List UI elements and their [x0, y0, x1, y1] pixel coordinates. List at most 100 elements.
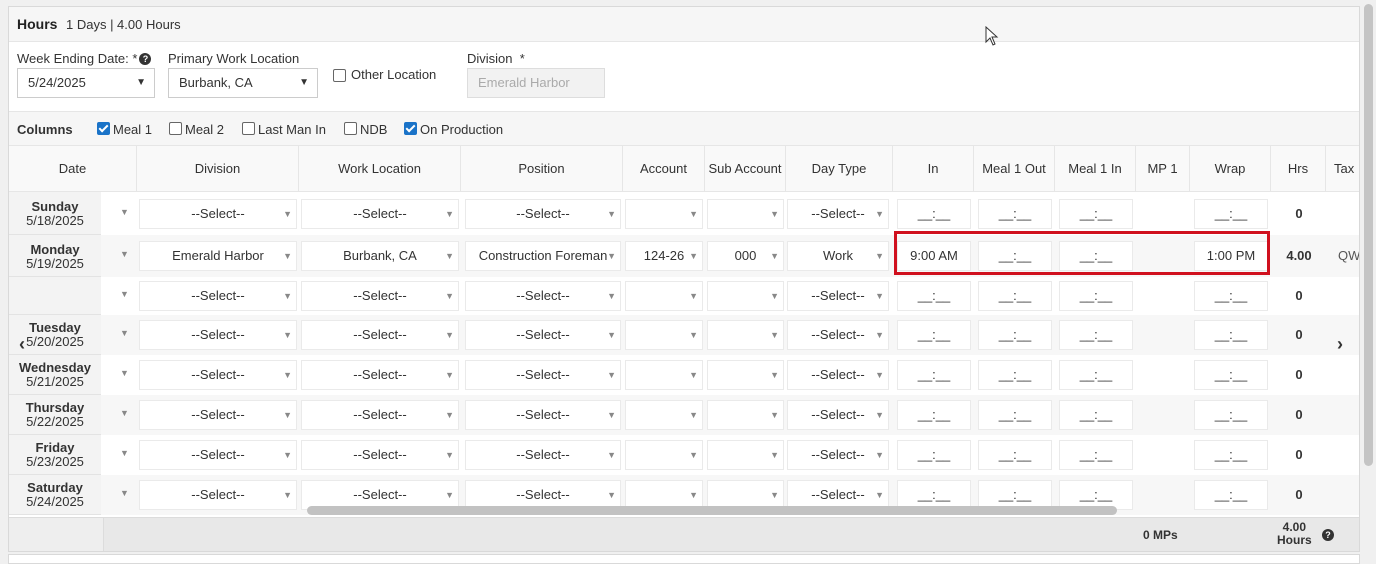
- meal1-in-input[interactable]: __:__: [1059, 440, 1133, 470]
- work-location-select[interactable]: --Select-- ▼: [301, 440, 459, 470]
- meal1-checkbox[interactable]: [97, 122, 110, 135]
- account-select[interactable]: ▼: [625, 320, 703, 350]
- header-tax[interactable]: Tax: [1326, 146, 1359, 191]
- in-time-input[interactable]: __:__: [897, 281, 971, 311]
- meal1-out-input[interactable]: __:__: [978, 320, 1052, 350]
- sub-account-select[interactable]: ▼: [707, 199, 784, 229]
- day-type-select[interactable]: Work ▼: [787, 241, 889, 271]
- header-work-location[interactable]: Work Location: [299, 146, 461, 191]
- meal1-in-input[interactable]: __:__: [1059, 241, 1133, 271]
- division-select[interactable]: --Select-- ▼: [139, 320, 297, 350]
- work-location-select[interactable]: Burbank, CA ▼: [301, 241, 459, 271]
- caret-down-icon[interactable]: ▼: [120, 249, 129, 259]
- wrap-time-input[interactable]: __:__: [1194, 440, 1268, 470]
- in-time-input[interactable]: __:__: [897, 199, 971, 229]
- meal1-out-input[interactable]: __:__: [978, 400, 1052, 430]
- in-time-input[interactable]: __:__: [897, 400, 971, 430]
- in-time-input[interactable]: __:__: [897, 320, 971, 350]
- position-select[interactable]: --Select-- ▼: [465, 281, 621, 311]
- account-select[interactable]: ▼: [625, 400, 703, 430]
- sub-account-select[interactable]: ▼: [707, 281, 784, 311]
- primary-location-select[interactable]: Burbank, CA ▼: [168, 68, 318, 98]
- wrap-time-input[interactable]: __:__: [1194, 199, 1268, 229]
- caret-down-icon[interactable]: ▼: [120, 368, 129, 378]
- header-mp1[interactable]: MP 1: [1136, 146, 1190, 191]
- position-select[interactable]: --Select-- ▼: [465, 360, 621, 390]
- question-circle-icon[interactable]: ?: [139, 53, 152, 65]
- position-select[interactable]: --Select-- ▼: [465, 320, 621, 350]
- meal1-out-input[interactable]: __:__: [978, 199, 1052, 229]
- caret-down-icon[interactable]: ▼: [120, 207, 129, 217]
- meal1-in-input[interactable]: __:__: [1059, 281, 1133, 311]
- work-location-select[interactable]: --Select-- ▼: [301, 360, 459, 390]
- horizontal-scrollbar[interactable]: [109, 505, 1349, 515]
- work-location-select[interactable]: --Select-- ▼: [301, 400, 459, 430]
- meal1-out-input[interactable]: __:__: [978, 360, 1052, 390]
- day-type-select[interactable]: --Select-- ▼: [787, 199, 889, 229]
- account-select[interactable]: ▼: [625, 440, 703, 470]
- header-day-type[interactable]: Day Type: [786, 146, 893, 191]
- meal1-out-input[interactable]: __:__: [978, 440, 1052, 470]
- meal2-checkbox[interactable]: [169, 122, 182, 135]
- position-select[interactable]: --Select-- ▼: [465, 199, 621, 229]
- work-location-select[interactable]: --Select-- ▼: [301, 199, 459, 229]
- header-wrap[interactable]: Wrap: [1190, 146, 1271, 191]
- division-select[interactable]: --Select-- ▼: [139, 281, 297, 311]
- division-select[interactable]: Emerald Harbor ▼: [139, 241, 297, 271]
- day-type-select[interactable]: --Select-- ▼: [787, 360, 889, 390]
- in-time-input[interactable]: __:__: [897, 440, 971, 470]
- caret-down-icon[interactable]: ▼: [120, 448, 129, 458]
- wrap-time-input[interactable]: __:__: [1194, 360, 1268, 390]
- header-hrs[interactable]: Hrs: [1271, 146, 1326, 191]
- wrap-time-input[interactable]: __:__: [1194, 400, 1268, 430]
- caret-down-icon[interactable]: ▼: [120, 289, 129, 299]
- meal1-out-input[interactable]: __:__: [978, 281, 1052, 311]
- account-select[interactable]: 124-26 ▼: [625, 241, 703, 271]
- week-ending-select[interactable]: 5/24/2025 ▼: [17, 68, 155, 98]
- position-select[interactable]: Construction Foreman ▼: [465, 241, 621, 271]
- division-select[interactable]: --Select-- ▼: [139, 360, 297, 390]
- in-time-input[interactable]: 9:00 AM: [897, 241, 971, 271]
- division-select[interactable]: --Select-- ▼: [139, 199, 297, 229]
- sub-account-select[interactable]: ▼: [707, 400, 784, 430]
- division-select[interactable]: --Select-- ▼: [139, 440, 297, 470]
- sub-account-select[interactable]: 000 ▼: [707, 241, 784, 271]
- header-sub-account[interactable]: Sub Account: [705, 146, 786, 191]
- chevron-left-icon[interactable]: ‹: [19, 334, 25, 355]
- sub-account-select[interactable]: ▼: [707, 440, 784, 470]
- header-division[interactable]: Division: [137, 146, 299, 191]
- account-select[interactable]: ▼: [625, 360, 703, 390]
- sub-account-select[interactable]: ▼: [707, 360, 784, 390]
- meal1-out-input[interactable]: __:__: [978, 241, 1052, 271]
- other-location-checkbox[interactable]: [333, 69, 346, 82]
- work-location-select[interactable]: --Select-- ▼: [301, 281, 459, 311]
- header-position[interactable]: Position: [461, 146, 623, 191]
- position-select[interactable]: --Select-- ▼: [465, 440, 621, 470]
- day-type-select[interactable]: --Select-- ▼: [787, 400, 889, 430]
- horizontal-scrollbar-thumb[interactable]: [307, 506, 1117, 515]
- wrap-time-input[interactable]: 1:00 PM: [1194, 241, 1268, 271]
- position-select[interactable]: --Select-- ▼: [465, 400, 621, 430]
- caret-down-icon[interactable]: ▼: [120, 488, 129, 498]
- account-select[interactable]: ▼: [625, 281, 703, 311]
- sub-account-select[interactable]: ▼: [707, 320, 784, 350]
- wrap-time-input[interactable]: __:__: [1194, 281, 1268, 311]
- last-man-in-checkbox[interactable]: [242, 122, 255, 135]
- header-meal1-in[interactable]: Meal 1 In: [1055, 146, 1136, 191]
- division-select[interactable]: --Select-- ▼: [139, 400, 297, 430]
- ndb-checkbox[interactable]: [344, 122, 357, 135]
- wrap-time-input[interactable]: __:__: [1194, 320, 1268, 350]
- day-type-select[interactable]: --Select-- ▼: [787, 440, 889, 470]
- question-circle-icon[interactable]: ?: [1322, 529, 1334, 541]
- work-location-select[interactable]: --Select-- ▼: [301, 320, 459, 350]
- meal1-in-input[interactable]: __:__: [1059, 199, 1133, 229]
- meal1-in-input[interactable]: __:__: [1059, 400, 1133, 430]
- on-production-checkbox[interactable]: [404, 122, 417, 135]
- header-in[interactable]: In: [893, 146, 974, 191]
- caret-down-icon[interactable]: ▼: [120, 328, 129, 338]
- header-meal1-out[interactable]: Meal 1 Out: [974, 146, 1055, 191]
- account-select[interactable]: ▼: [625, 199, 703, 229]
- header-date[interactable]: Date: [9, 146, 137, 191]
- header-account[interactable]: Account: [623, 146, 705, 191]
- caret-down-icon[interactable]: ▼: [120, 408, 129, 418]
